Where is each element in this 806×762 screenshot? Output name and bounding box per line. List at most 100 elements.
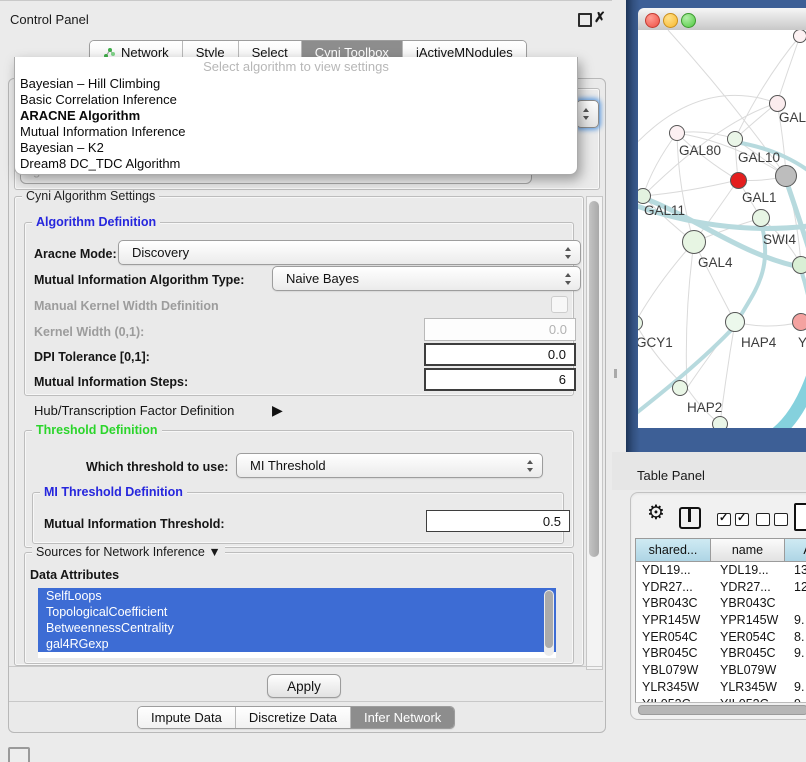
network-window-titlebar[interactable] [638, 8, 806, 31]
algorithm-option[interactable]: ARACNE Algorithm [15, 108, 577, 124]
attribute-list-scrollbar[interactable] [544, 590, 554, 656]
document-icon[interactable] [794, 503, 806, 531]
scrollbar-thumb[interactable] [589, 201, 599, 557]
mi-type-combo[interactable]: Naive Bayes [272, 266, 581, 291]
cell: YDR27... [642, 580, 693, 594]
cell: YER054C [642, 630, 698, 644]
table-row[interactable]: YBR045CYBR045C9. [636, 645, 806, 662]
settings-gear-icon[interactable]: ⚙ [647, 503, 665, 523]
algorithm-option[interactable]: Mutual Information Inference [15, 124, 577, 140]
algorithm-combo-fragment[interactable] [576, 100, 599, 128]
algorithm-option[interactable]: Dream8 DC_TDC Algorithm [15, 156, 577, 172]
network-node-y[interactable] [792, 313, 806, 331]
node-label: HAP2 [687, 400, 722, 415]
mi-type-value: Naive Bayes [286, 271, 359, 286]
node-label: Y [798, 335, 806, 350]
table-row[interactable]: YER054CYER054C8. [636, 629, 806, 646]
settings-scrollbar[interactable] [586, 196, 603, 670]
manual-kernel-label: Manual Kernel Width Definition [34, 299, 219, 313]
apply-button[interactable]: Apply [267, 674, 341, 698]
algorithm-option[interactable]: Bayesian – Hill Climbing [15, 76, 577, 92]
table-panel-title: Table Panel [637, 468, 705, 483]
node-label: SWI4 [763, 232, 796, 247]
cell: YER054C [720, 630, 776, 644]
split-columns-icon[interactable] [679, 507, 701, 529]
table-row[interactable]: YLR345WYLR345W9. [636, 679, 806, 696]
threshold-definition-title: Threshold Definition [32, 424, 162, 437]
manual-kernel-checkbox[interactable] [551, 296, 568, 313]
mi-steps-label: Mutual Information Steps: [34, 375, 188, 389]
close-window-icon[interactable] [645, 13, 660, 28]
mi-threshold-label: Mutual Information Threshold: [44, 517, 225, 531]
attribute-item-selected[interactable]: gal4RGexp [38, 636, 556, 652]
network-node-gal10[interactable] [727, 131, 743, 147]
network-node-gal4[interactable] [682, 230, 706, 254]
algorithm-option[interactable]: Basic Correlation Inference [15, 92, 577, 108]
divider [9, 666, 603, 667]
scrollbar-thumb[interactable] [545, 591, 553, 648]
algorithm-option[interactable]: Bayesian – K2 [15, 140, 577, 156]
node-label: GCY1 [638, 335, 673, 350]
collapsed-arrow-icon[interactable]: ▶ [272, 402, 283, 419]
tab-infer-network[interactable]: Infer Network [350, 707, 454, 728]
which-threshold-label: Which threshold to use: [86, 460, 228, 474]
cell: YDL19... [642, 563, 691, 577]
hub-definition-toggle[interactable]: Hub/Transcription Factor Definition [34, 403, 234, 418]
network-node[interactable] [792, 256, 806, 274]
algorithm-list: Bayesian – Hill ClimbingBasic Correlatio… [15, 76, 577, 172]
network-canvas[interactable]: GALGAL80GAL10GAL1GAL11SWI4GAL4GCY1HAP4YH… [638, 30, 806, 428]
cell: 13 [794, 563, 806, 577]
cell: 12 [794, 580, 806, 594]
network-node-gal1[interactable] [730, 172, 747, 189]
mi-threshold-field[interactable]: 0.5 [426, 510, 570, 532]
network-node[interactable] [793, 30, 806, 43]
close-panel-icon[interactable]: ✗ [594, 9, 606, 26]
algorithm-dropdown-popup: Select algorithm to view settings Bayesi… [14, 57, 578, 175]
which-threshold-combo[interactable]: MI Threshold [236, 453, 543, 478]
select-all-icon[interactable] [717, 513, 749, 526]
control-panel-title: Control Panel [10, 12, 89, 27]
splitter-handle[interactable] [614, 369, 617, 378]
column-header-name[interactable]: name [711, 538, 785, 562]
tab-impute-data[interactable]: Impute Data [138, 707, 235, 728]
float-window-icon[interactable] [578, 13, 592, 27]
table-row[interactable]: YPR145WYPR145W9. [636, 612, 806, 629]
column-header-shared[interactable]: shared... [635, 538, 711, 562]
scrollbar-thumb[interactable] [638, 705, 806, 715]
network-node-gal[interactable] [769, 95, 786, 112]
cell: YBR045C [642, 646, 698, 660]
attribute-item-selected[interactable]: SelfLoops [38, 588, 556, 604]
mi-threshold-title: MI Threshold Definition [40, 486, 187, 499]
cell: YBR043C [642, 596, 698, 610]
deselect-all-icon[interactable] [756, 513, 788, 526]
network-node[interactable] [775, 165, 797, 187]
network-node-gal80[interactable] [669, 125, 685, 141]
table-row[interactable]: YBR043CYBR043C [636, 595, 806, 612]
dock-panel-icon[interactable] [8, 747, 30, 762]
zoom-window-icon[interactable] [681, 13, 696, 28]
spinner-arrows-icon [526, 460, 535, 472]
minimize-window-icon[interactable] [663, 13, 678, 28]
dpi-tolerance-field[interactable]: 0.0 [424, 343, 576, 366]
tab-discretize-data[interactable]: Discretize Data [235, 707, 350, 728]
network-edges [638, 30, 806, 428]
cell: YPR145W [720, 613, 778, 627]
table-row[interactable]: YBL079WYBL079W [636, 662, 806, 679]
sources-title[interactable]: Sources for Network Inference ▼ [32, 546, 225, 559]
kernel-width-field[interactable]: 0.0 [424, 318, 576, 341]
aracne-mode-combo[interactable]: Discovery [118, 240, 581, 265]
attribute-item-selected[interactable]: TopologicalCoefficient [38, 604, 556, 620]
mi-steps-field[interactable]: 6 [424, 368, 576, 391]
table-body[interactable]: YDL19...YDL19...13YDR27...YDR27...12YBR0… [635, 562, 806, 702]
network-node[interactable] [712, 416, 728, 428]
column-header-A[interactable]: A [785, 538, 806, 562]
table-row[interactable]: YDR27...YDR27...12 [636, 579, 806, 596]
network-node-swi4[interactable] [752, 209, 770, 227]
attribute-item-selected[interactable]: BetweennessCentrality [38, 620, 556, 636]
network-node-hap2[interactable] [672, 380, 688, 396]
table-horizontal-scrollbar[interactable] [635, 702, 806, 714]
network-node-hap4[interactable] [725, 312, 745, 332]
checked-checkbox-icon [717, 513, 731, 526]
table-row[interactable]: YDL19...YDL19...13 [636, 562, 806, 579]
data-attributes-list[interactable]: SelfLoopsTopologicalCoefficientBetweenne… [38, 588, 556, 658]
